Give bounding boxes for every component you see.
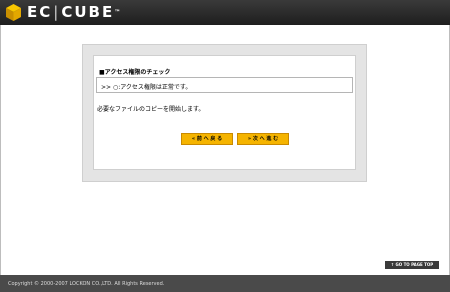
install-dialog-panel: ■アクセス権限のチェック >> ○:アクセス権限は正常です。 必要なファイルのコ…: [93, 55, 356, 170]
brand-logo: EC|CUBE™: [27, 4, 120, 21]
permission-result: >> ○:アクセス権限は正常です。: [96, 77, 353, 93]
back-button[interactable]: « 前 へ 戻 る: [181, 133, 233, 145]
brand-right: CUBE: [61, 3, 115, 21]
brand-separator: |: [53, 3, 61, 21]
section-title: ■アクセス権限のチェック: [99, 69, 171, 76]
copyright-text: Copyright © 2000-2007 LOCKON CO.,LTD. Al…: [8, 281, 165, 287]
brand-left: EC: [27, 3, 53, 21]
go-to-page-top-button[interactable]: ↑ GO TO PAGE TOP: [385, 261, 439, 269]
header-bar: EC|CUBE™: [0, 0, 450, 25]
install-dialog: ■アクセス権限のチェック >> ○:アクセス権限は正常です。 必要なファイルのコ…: [82, 44, 367, 182]
brand-trademark: ™: [114, 9, 121, 16]
cube-logo-icon: [6, 4, 21, 21]
next-button[interactable]: » 次 へ 進 む: [237, 133, 289, 145]
copy-message: 必要なファイルのコピーを開始します。: [97, 106, 205, 113]
footer: Copyright © 2000-2007 LOCKON CO.,LTD. Al…: [0, 275, 450, 292]
